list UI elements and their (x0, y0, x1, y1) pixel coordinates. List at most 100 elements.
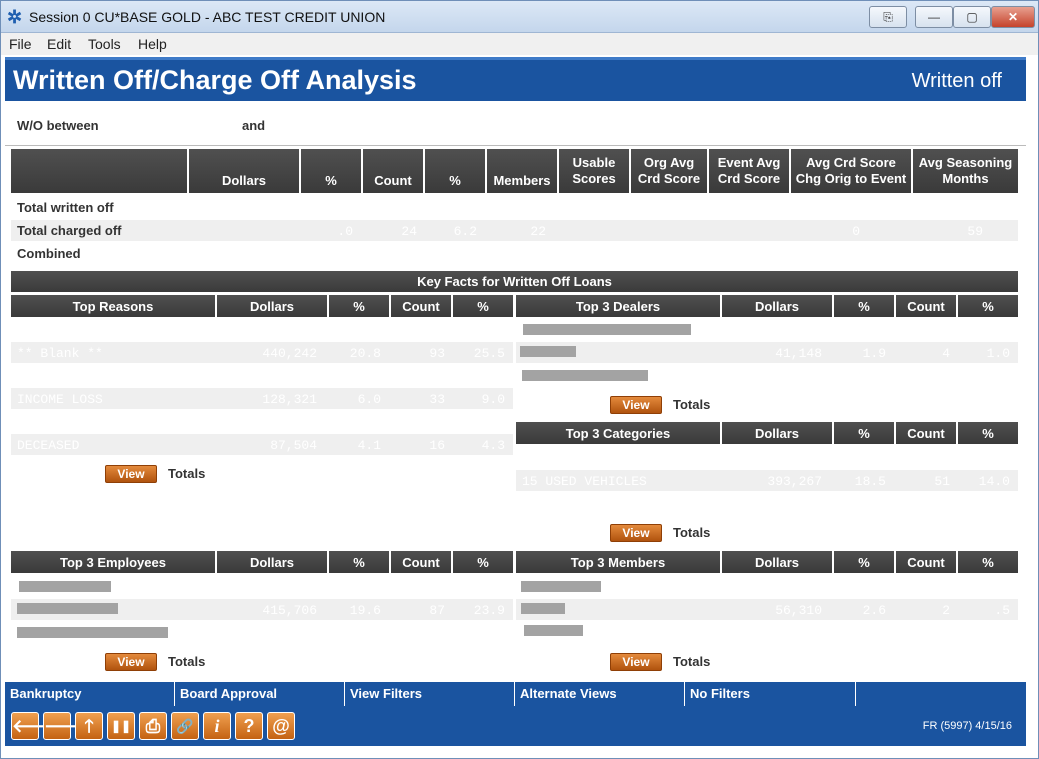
wo-and-label: and (242, 118, 266, 133)
forward-arrow-icon[interactable]: 🡒 (43, 712, 92, 740)
help-icon[interactable]: ? (235, 712, 263, 740)
top-employee-count: 87 (429, 603, 445, 618)
redacted-dealer-name (520, 346, 576, 357)
top-dealers-pct-header: % (834, 295, 894, 317)
top-reasons-pct2-header: % (453, 295, 513, 317)
charged-off-seasoning: 59 (967, 224, 983, 239)
bottom-toolbar: 🡐 🡒 🡑 ❚❚ ⎙ 🔗 i ? @ FR (5997) 4/15/16 (5, 706, 1026, 746)
status-code: FR (5997) 4/15/16 (922, 720, 1012, 732)
top-reason-dollars: 87,504 (270, 438, 317, 453)
menu-edit[interactable]: Edit (47, 36, 71, 52)
top-members-pct-header: % (834, 551, 894, 573)
divider (5, 145, 1026, 146)
pause-icon[interactable]: ❚❚ (107, 712, 135, 740)
action-alternate-views[interactable]: Alternate Views (515, 682, 685, 706)
top-reason-count: 16 (429, 438, 445, 453)
charged-off-score-chg: 0 (852, 224, 860, 239)
action-view-filters[interactable]: View Filters (345, 682, 515, 706)
charged-off-pct: .0 (337, 224, 353, 239)
summary-header-blank (11, 149, 187, 193)
top-employee-dollars: 415,706 (262, 603, 317, 618)
top-reasons-pct-header: % (329, 295, 389, 317)
summary-header-org-avg: Org Avg Crd Score (631, 149, 707, 193)
view-members-button[interactable]: View (610, 653, 662, 671)
employees-totals-label: Totals (168, 654, 206, 669)
view-employees-button[interactable]: View (105, 653, 157, 671)
top-employee-count-pct: 23.9 (473, 603, 505, 618)
top-reasons-dollars-header: Dollars (217, 295, 327, 317)
print-icon[interactable]: ⎙ (139, 712, 167, 740)
top-member-pct: 2.6 (862, 603, 886, 618)
top-dealer-pct: 1.9 (862, 346, 886, 361)
link-icon[interactable]: 🔗 (171, 712, 199, 740)
top-reason-count-pct: 4.3 (481, 438, 505, 453)
top-reason-count-pct: 25.5 (473, 346, 505, 361)
back-arrow-icon[interactable]: 🡐 (11, 712, 60, 740)
top-employees-count-header: Count (391, 551, 451, 573)
top-category-count: 51 (934, 474, 950, 489)
action-board-approval[interactable]: Board Approval (175, 682, 345, 706)
view-dealers-button[interactable]: View (610, 396, 662, 414)
top-members-count-header: Count (896, 551, 956, 573)
top-employee-pct: 19.6 (349, 603, 381, 618)
menu-help[interactable]: Help (138, 36, 167, 52)
top-categories-header: Top 3 Categories (516, 422, 720, 444)
members-totals-label: Totals (673, 654, 711, 669)
top-categories-pct2-header: % (958, 422, 1018, 444)
summary-header-event-avg: Event Avg Crd Score (709, 149, 789, 193)
top-reason-dollars: 440,242 (262, 346, 317, 361)
top-category-name: 15 USED VEHICLES (522, 474, 647, 489)
dealers-totals-label: Totals (673, 397, 711, 412)
top-dealers-count-header: Count (896, 295, 956, 317)
summary-header-pct: % (301, 149, 361, 193)
redacted-employee-name (17, 603, 118, 614)
top-reason-name: DECEASED (17, 438, 80, 453)
row-label-combined: Combined (17, 246, 81, 261)
top-reasons-count-header: Count (391, 295, 451, 317)
top-reason-count-pct: 9.0 (481, 392, 505, 407)
top-category-count-pct: 14.0 (978, 474, 1010, 489)
redacted-employee-name (19, 581, 111, 592)
top-category-dollars: 393,267 (767, 474, 822, 489)
top-member-count-pct: .5 (994, 603, 1010, 618)
charged-off-count: 24 (401, 224, 417, 239)
menu-tools[interactable]: Tools (88, 36, 121, 52)
row-label-total-written-off: Total written off (17, 200, 114, 215)
top-reason-dollars: 128,321 (262, 392, 317, 407)
top-reasons-header: Top Reasons (11, 295, 215, 317)
action-no-filters[interactable]: No Filters (685, 682, 856, 706)
wo-between-label: W/O between (17, 118, 99, 133)
charged-off-count-pct: 6.2 (453, 224, 477, 239)
close-button[interactable]: ✕ (991, 6, 1035, 28)
summary-header-pct2: % (425, 149, 485, 193)
minimize-button[interactable]: — (915, 6, 953, 28)
top-reason-pct: 4.1 (357, 438, 381, 453)
action-bar: Bankruptcy Board Approval View Filters A… (5, 682, 1026, 706)
top-reason-name: INCOME LOSS (17, 392, 103, 407)
top-members-header: Top 3 Members (516, 551, 720, 573)
redacted-member-name (521, 581, 601, 592)
up-arrow-icon[interactable]: 🡑 (75, 712, 103, 740)
top-reason-name: ** Blank ** (17, 346, 103, 361)
top-dealers-dollars-header: Dollars (722, 295, 832, 317)
summary-header-score-chg: Avg Crd Score Chg Orig to Event (791, 149, 911, 193)
maximize-button[interactable]: ▢ (953, 6, 991, 28)
view-reasons-button[interactable]: View (105, 465, 157, 483)
top-categories-pct-header: % (834, 422, 894, 444)
title-bar: ✲ Session 0 CU*BASE GOLD - ABC TEST CRED… (1, 1, 1038, 33)
top-dealers-pct2-header: % (958, 295, 1018, 317)
top-category-pct: 18.5 (854, 474, 886, 489)
page-title: Written Off/Charge Off Analysis (13, 65, 417, 95)
summary-header-count: Count (363, 149, 423, 193)
window-extra-button[interactable]: ⎘ (869, 6, 907, 28)
top-employees-pct-header: % (329, 551, 389, 573)
summary-header-seasoning: Avg Seasoning Months (913, 149, 1018, 193)
summary-header-dollars: Dollars (189, 149, 299, 193)
top-categories-count-header: Count (896, 422, 956, 444)
app-window: ✲ Session 0 CU*BASE GOLD - ABC TEST CRED… (0, 0, 1039, 759)
at-icon[interactable]: @ (267, 712, 295, 740)
info-icon[interactable]: i (203, 712, 231, 740)
view-categories-button[interactable]: View (610, 524, 662, 542)
menu-file[interactable]: File (9, 36, 32, 52)
action-bankruptcy[interactable]: Bankruptcy (5, 682, 175, 706)
